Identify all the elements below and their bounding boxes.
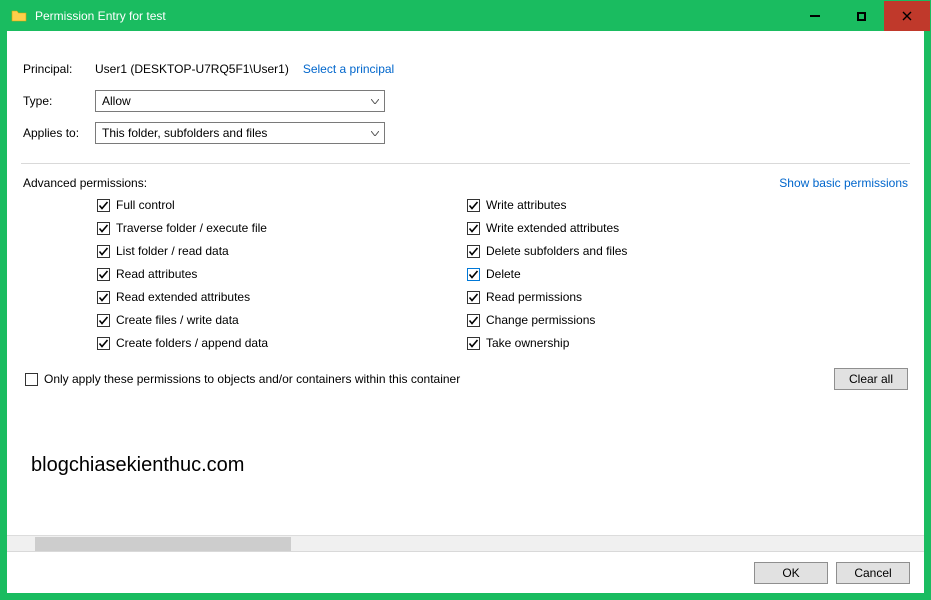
permission-item: Full control xyxy=(97,196,437,214)
applies-to-label: Applies to: xyxy=(23,126,95,140)
principal-section: Principal: User1 (DESKTOP-U7RQ5F1\User1)… xyxy=(21,45,910,163)
show-basic-permissions-link[interactable]: Show basic permissions xyxy=(779,176,908,190)
permission-entry-window: Permission Entry for test Principal: Use… xyxy=(0,0,931,600)
permission-item: List folder / read data xyxy=(97,242,437,260)
permissions-columns: Full control Traverse folder / execute fi… xyxy=(23,196,908,352)
advanced-permissions-section: Advanced permissions: Show basic permiss… xyxy=(21,163,910,396)
principal-value: User1 (DESKTOP-U7RQ5F1\User1) xyxy=(95,62,289,76)
only-apply-label: Only apply these permissions to objects … xyxy=(44,372,460,386)
permission-label: List folder / read data xyxy=(116,244,229,258)
permission-label: Read attributes xyxy=(116,267,197,281)
scrollbar-thumb[interactable] xyxy=(35,537,291,551)
permission-checkbox[interactable] xyxy=(467,245,480,258)
permission-label: Read permissions xyxy=(486,290,582,304)
permission-checkbox[interactable] xyxy=(97,245,110,258)
permission-checkbox[interactable] xyxy=(467,314,480,327)
permission-label: Delete xyxy=(486,267,521,281)
permission-item: Take ownership xyxy=(467,334,807,352)
permission-item: Delete subfolders and files xyxy=(467,242,807,260)
permission-checkbox[interactable] xyxy=(97,199,110,212)
permission-checkbox[interactable] xyxy=(97,268,110,281)
permission-checkbox[interactable] xyxy=(97,222,110,235)
permission-checkbox[interactable] xyxy=(467,222,480,235)
permission-label: Delete subfolders and files xyxy=(486,244,627,258)
permission-checkbox[interactable] xyxy=(467,268,480,281)
type-select-value: Allow xyxy=(102,94,131,108)
permission-label: Read extended attributes xyxy=(116,290,250,304)
permission-item: Read permissions xyxy=(467,288,807,306)
applies-to-select[interactable]: This folder, subfolders and files xyxy=(95,122,385,144)
permission-label: Write attributes xyxy=(486,198,566,212)
maximize-button[interactable] xyxy=(838,1,884,31)
watermark: blogchiasekienthuc.com xyxy=(21,396,910,485)
permission-item: Write attributes xyxy=(467,196,807,214)
permission-checkbox[interactable] xyxy=(467,291,480,304)
permission-checkbox[interactable] xyxy=(467,337,480,350)
permission-checkbox[interactable] xyxy=(97,291,110,304)
close-button[interactable] xyxy=(884,1,930,31)
permission-checkbox[interactable] xyxy=(97,337,110,350)
clear-all-button[interactable]: Clear all xyxy=(834,368,908,390)
permission-item: Read attributes xyxy=(97,265,437,283)
only-apply-checkbox[interactable] xyxy=(25,373,38,386)
window-title: Permission Entry for test xyxy=(35,9,166,23)
folder-icon xyxy=(11,8,27,24)
permission-item: Create folders / append data xyxy=(97,334,437,352)
window-controls xyxy=(792,1,930,31)
horizontal-scrollbar[interactable] xyxy=(7,535,924,551)
permission-label: Full control xyxy=(116,198,175,212)
permission-label: Change permissions xyxy=(486,313,595,327)
permission-checkbox[interactable] xyxy=(467,199,480,212)
type-select[interactable]: Allow xyxy=(95,90,385,112)
permission-item: Read extended attributes xyxy=(97,288,437,306)
permission-label: Take ownership xyxy=(486,336,569,350)
select-principal-link[interactable]: Select a principal xyxy=(303,62,394,76)
ok-button[interactable]: OK xyxy=(754,562,828,584)
type-label: Type: xyxy=(23,94,95,108)
permission-label: Write extended attributes xyxy=(486,221,619,235)
permission-item: Write extended attributes xyxy=(467,219,807,237)
dialog-footer: OK Cancel xyxy=(7,551,924,593)
client-area: Principal: User1 (DESKTOP-U7RQ5F1\User1)… xyxy=(1,31,930,599)
applies-to-select-value: This folder, subfolders and files xyxy=(102,126,267,140)
principal-label: Principal: xyxy=(23,62,95,76)
permission-checkbox[interactable] xyxy=(97,314,110,327)
titlebar: Permission Entry for test xyxy=(1,1,930,31)
permission-label: Create folders / append data xyxy=(116,336,268,350)
minimize-button[interactable] xyxy=(792,1,838,31)
permissions-col-1: Full control Traverse folder / execute fi… xyxy=(97,196,437,352)
permission-item: Delete xyxy=(467,265,807,283)
permission-item: Change permissions xyxy=(467,311,807,329)
advanced-permissions-header: Advanced permissions: xyxy=(23,176,147,190)
cancel-button[interactable]: Cancel xyxy=(836,562,910,584)
permissions-col-2: Write attributes Write extended attribute… xyxy=(467,196,807,352)
permission-item: Create files / write data xyxy=(97,311,437,329)
permission-item: Traverse folder / execute file xyxy=(97,219,437,237)
permission-label: Create files / write data xyxy=(116,313,239,327)
permission-label: Traverse folder / execute file xyxy=(116,221,267,235)
